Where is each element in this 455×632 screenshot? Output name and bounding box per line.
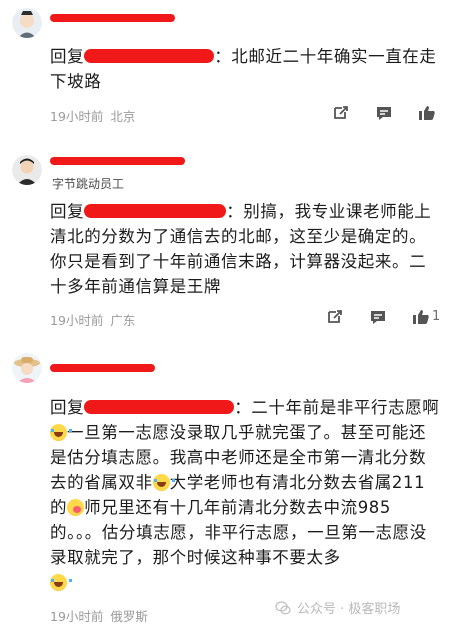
avatar[interactable] [12,8,42,38]
comment-time: 19小时前 [50,313,104,328]
comment-location: 俄罗斯 [110,609,148,624]
like-icon[interactable] [418,105,436,121]
watermark-text: 公众号 · 极客职场 [297,602,401,617]
user-title: 字节跳动员工 [52,177,125,191]
avatar[interactable] [12,155,42,185]
comment-text: 师兄里还有十几年前清北分数去中流985的。。。估分填志愿，非平行志愿，一旦第一志… [50,498,427,567]
watermark: 公众号 · 极客职场 [275,598,400,617]
blushing-emoji-icon [67,499,85,516]
like-icon[interactable] [412,309,430,325]
comment-body: 回复 ：北邮近二十年确实一直在走下坡路 [50,44,442,94]
like-count: 1 [432,309,441,324]
redacted-username [84,204,227,218]
avatar[interactable] [12,353,42,383]
redacted-username [84,49,215,63]
laughing-emoji-icon [152,474,175,491]
reply-prefix: 回复 [50,202,85,221]
username-redacted[interactable] [50,157,185,165]
comment-icon[interactable] [369,309,387,325]
comment-body: 回复 ：别搞，我专业课老师能上清北的分数为了通信去的北邮，这至少是确定的。你只是看… [50,199,442,299]
comment-meta: 19小时前 北京 [50,106,142,125]
reply-prefix: 回复 [50,398,85,417]
comment-time: 19小时前 [50,609,104,624]
comment-location: 广东 [110,313,136,328]
comment-meta: 19小时前 俄罗斯 [50,606,155,625]
laughing-emoji-icon [50,424,72,441]
comment-time: 19小时前 [50,109,104,124]
comment-meta: 19小时前 广东 [50,310,142,329]
comment-location: 北京 [110,109,136,124]
comment-icon[interactable] [375,105,393,121]
redacted-username [84,400,235,414]
share-icon[interactable] [326,309,344,325]
wechat-icon [275,601,291,615]
comment-text: ：二十年前是非平行志愿啊 [234,398,440,417]
comment-body: 回复 ：二十年前是非平行志愿啊一旦第一志愿没录取几乎就完蛋了。甚至可能还是估分填志… [50,395,442,595]
share-icon[interactable] [332,105,350,121]
laughing-emoji-icon [50,574,72,591]
username-redacted[interactable] [50,364,155,372]
reply-prefix: 回复 [50,47,85,66]
username-redacted[interactable] [50,14,175,22]
